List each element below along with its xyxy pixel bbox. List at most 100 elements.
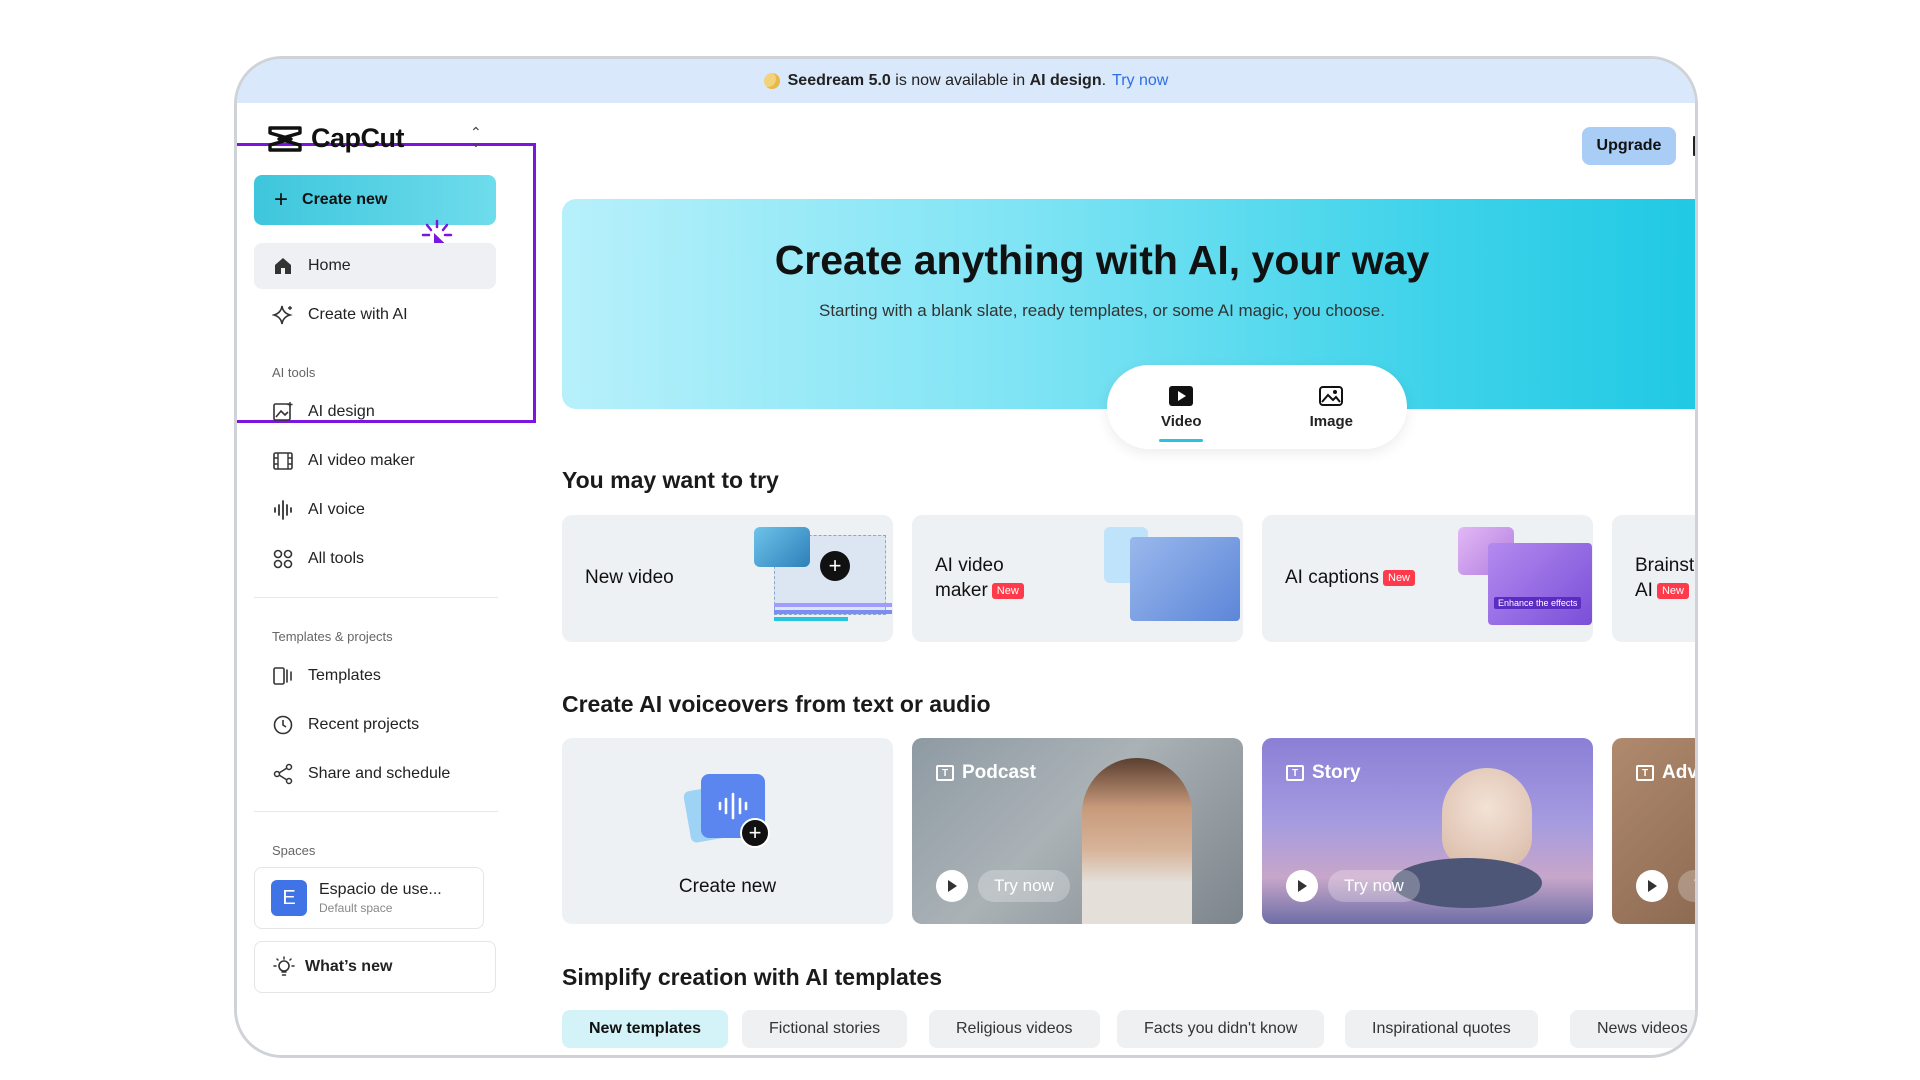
announcement-banner: Seedream 5.0 is now available in AI desi…: [237, 59, 1695, 103]
banner-try-link[interactable]: Try now: [1112, 72, 1168, 90]
voice-card-podcast[interactable]: T Podcast Try now: [912, 738, 1243, 924]
ai-tools-heading: AI tools: [272, 365, 316, 380]
try-card-label: New video: [585, 567, 674, 588]
kitten-image: [1442, 768, 1532, 868]
try-card-line1: AI video: [935, 555, 1004, 576]
sidebar-item-templates[interactable]: Templates: [254, 653, 496, 699]
try-now-label: Tr: [1678, 870, 1695, 902]
voice-tag: T Podcast: [936, 762, 1036, 784]
template-tab-religious-videos[interactable]: Religious videos: [929, 1010, 1100, 1048]
whats-new-label: What’s new: [305, 958, 393, 975]
sidebar-divider: [254, 597, 498, 598]
banner-text: is now available in: [895, 72, 1026, 89]
voice-section-title: Create AI voiceovers from text or audio: [562, 691, 991, 717]
try-section-title: You may want to try: [562, 467, 779, 493]
try-card-line1: AI captions: [1285, 567, 1379, 588]
play-icon: [936, 870, 968, 902]
podcast-person-image: [1082, 758, 1192, 924]
hero-subtitle: Starting with a blank slate, ready templ…: [818, 301, 1385, 320]
mode-image-tab[interactable]: Image: [1310, 385, 1353, 430]
sidebar-divider: [254, 811, 498, 812]
caption-chip: Enhance the effects: [1494, 597, 1582, 609]
sidebar-item-share-schedule[interactable]: Share and schedule: [254, 751, 496, 797]
home-icon: [272, 255, 294, 277]
voice-tag-label: Adve: [1662, 762, 1698, 783]
plus-icon: +: [274, 186, 289, 213]
try-card-ai-video-maker[interactable]: AI video maker New: [912, 515, 1243, 642]
new-badge: New: [1656, 583, 1689, 599]
templates-heading: Templates & projects: [272, 629, 393, 644]
text-tag-icon: T: [1636, 765, 1654, 781]
captions-thumbnail: [1488, 543, 1592, 625]
waveform-icon: [272, 499, 294, 521]
sidebar-item-home[interactable]: Home: [254, 243, 496, 289]
template-tab-news-videos[interactable]: News videos: [1570, 1010, 1695, 1048]
workspace-switcher-icon[interactable]: ⌃ ⌄: [470, 125, 482, 149]
template-tab-inspirational-quotes[interactable]: Inspirational quotes: [1345, 1010, 1538, 1048]
upgrade-button[interactable]: Upgrade: [1582, 127, 1676, 165]
try-card-line2: maker: [935, 580, 988, 601]
create-new-button[interactable]: + Create new: [254, 175, 496, 225]
sidebar-item-label: Create with AI: [308, 306, 408, 323]
sidebar-item-ai-design[interactable]: AI design: [254, 389, 496, 435]
new-badge: New: [1383, 570, 1416, 586]
voice-tag: T Story: [1286, 762, 1361, 784]
clipped-header-element: [1693, 136, 1695, 156]
try-now-control[interactable]: Try now: [1286, 870, 1420, 902]
video-icon: [1169, 385, 1194, 406]
grid-icon: [272, 548, 294, 570]
voice-card-story[interactable]: T Story Try now: [1262, 738, 1593, 924]
whats-new-button[interactable]: What’s new: [254, 941, 496, 993]
image-icon: [1319, 385, 1344, 406]
sidebar-item-all-tools[interactable]: All tools: [254, 536, 496, 582]
lightbulb-icon: [273, 956, 295, 978]
capcut-logo[interactable]: CapCut: [267, 123, 405, 154]
voice-tag-label: Story: [1312, 762, 1361, 783]
sidebar-item-ai-voice[interactable]: AI voice: [254, 487, 496, 533]
banner-product: Seedream 5.0: [787, 72, 891, 89]
sidebar-item-ai-video-maker[interactable]: AI video maker: [254, 438, 496, 484]
capcut-logo-icon: [268, 125, 302, 152]
share-icon: [272, 763, 294, 785]
sidebar-item-create-with-ai[interactable]: Create with AI: [254, 292, 496, 338]
voice-tag-label: Podcast: [962, 762, 1036, 783]
hero-title: Create anything with AI, your way: [774, 237, 1430, 283]
try-now-label: Try now: [1328, 870, 1420, 902]
new-badge: New: [991, 583, 1024, 599]
create-new-label: Create new: [302, 191, 388, 208]
space-subtitle: Default space: [319, 901, 393, 915]
voice-card-create-new[interactable]: + Create new: [562, 738, 893, 924]
mode-video-tab[interactable]: Video: [1159, 385, 1203, 442]
try-now-control[interactable]: Tr: [1636, 870, 1695, 902]
sidebar-item-recent-projects[interactable]: Recent projects: [254, 702, 496, 748]
try-card-line2: AI: [1635, 580, 1653, 601]
space-name: Espacio de use...: [319, 881, 442, 898]
try-now-control[interactable]: Try now: [936, 870, 1070, 902]
template-tab-facts[interactable]: Facts you didn't know: [1117, 1010, 1325, 1048]
clock-icon: [272, 714, 294, 736]
templates-icon: [272, 665, 294, 687]
sidebar-item-label: AI design: [308, 403, 375, 420]
sidebar-item-label: Recent projects: [308, 716, 420, 733]
template-tab-new[interactable]: New templates: [562, 1010, 729, 1048]
space-selector[interactable]: E Espacio de use... Default space: [254, 867, 484, 929]
play-icon: [1286, 870, 1318, 902]
brand-name: CapCut: [311, 123, 405, 153]
try-card-new-video[interactable]: New video +: [562, 515, 893, 642]
voice-card-advertisement[interactable]: T Adve Tr: [1612, 738, 1698, 924]
sidebar: CapCut ⌃ ⌄ + Create new Home Create with …: [237, 103, 539, 1055]
try-card-ai-captions[interactable]: AI captions New Enhance the effects: [1262, 515, 1593, 642]
try-card-brainstorm-ai[interactable]: Brainsto AI New: [1612, 515, 1695, 642]
mode-label: Image: [1309, 412, 1353, 430]
sparkle-icon: [272, 304, 294, 326]
mode-switch: Video Image: [1107, 365, 1407, 449]
sidebar-item-label: Home: [308, 257, 351, 274]
image-edit-icon: [272, 401, 294, 423]
try-card-label: Brainsto AI New: [1635, 553, 1695, 603]
timeline-bars: [774, 603, 892, 621]
try-card-label: AI video maker New: [935, 553, 1024, 603]
film-icon: [272, 450, 294, 472]
sidebar-item-label: Templates: [308, 667, 381, 684]
sidebar-item-label: AI voice: [308, 501, 365, 518]
template-tab-fictional-stories[interactable]: Fictional stories: [742, 1010, 908, 1048]
